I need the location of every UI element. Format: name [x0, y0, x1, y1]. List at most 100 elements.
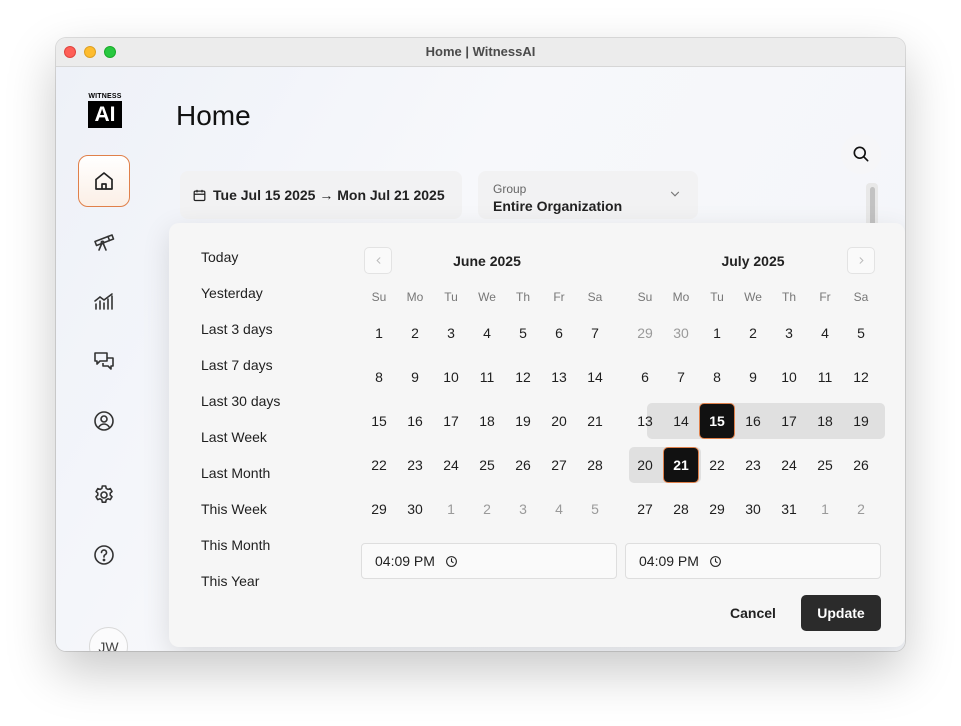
calendar-day[interactable]: 23: [735, 447, 771, 483]
calendar-day[interactable]: 4: [541, 491, 577, 527]
calendar-day-in-range[interactable]: 20: [627, 447, 663, 483]
cancel-button[interactable]: Cancel: [721, 595, 785, 631]
calendar-day[interactable]: 11: [469, 359, 505, 395]
sidebar-item-settings[interactable]: [78, 469, 130, 521]
calendar-day[interactable]: 26: [505, 447, 541, 483]
calendar-day[interactable]: 3: [433, 315, 469, 351]
calendar-day[interactable]: 3: [771, 315, 807, 351]
calendar-day[interactable]: 26: [843, 447, 879, 483]
preset-last-week[interactable]: Last Week: [201, 429, 267, 445]
preset-last-7-days[interactable]: Last 7 days: [201, 357, 273, 373]
calendar-day[interactable]: 5: [843, 315, 879, 351]
calendar-day[interactable]: 23: [397, 447, 433, 483]
preset-today[interactable]: Today: [201, 249, 238, 265]
calendar-day[interactable]: 1: [699, 315, 735, 351]
calendar-day[interactable]: 1: [433, 491, 469, 527]
calendar-day[interactable]: 8: [699, 359, 735, 395]
end-time-input[interactable]: 04:09 PM: [625, 543, 881, 579]
preset-yesterday[interactable]: Yesterday: [201, 285, 263, 301]
calendar-day[interactable]: 25: [469, 447, 505, 483]
calendar-day[interactable]: 14: [663, 403, 699, 439]
calendar-day-in-range[interactable]: 18: [807, 403, 843, 439]
calendar-day-selected[interactable]: 15: [699, 403, 735, 439]
calendar-day[interactable]: 6: [627, 359, 663, 395]
witnessai-logo[interactable]: WITNESS AI: [85, 93, 125, 133]
user-avatar[interactable]: JW: [89, 627, 128, 651]
calendar-day[interactable]: 2: [469, 491, 505, 527]
calendar-day[interactable]: 30: [735, 491, 771, 527]
calendar-day[interactable]: 20: [541, 403, 577, 439]
calendar-day[interactable]: 13: [627, 403, 663, 439]
sidebar-item-analytics[interactable]: [78, 275, 130, 327]
calendar-day[interactable]: 10: [771, 359, 807, 395]
calendar-day[interactable]: 14: [577, 359, 613, 395]
calendar-day[interactable]: 21: [577, 403, 613, 439]
calendar-day[interactable]: 28: [663, 491, 699, 527]
search-button[interactable]: [841, 134, 881, 174]
sidebar-item-conversations[interactable]: [78, 335, 130, 387]
calendar-day[interactable]: 7: [663, 359, 699, 395]
calendar-day[interactable]: 30: [397, 491, 433, 527]
calendar-day[interactable]: 24: [771, 447, 807, 483]
calendar-day[interactable]: 16: [397, 403, 433, 439]
weekday-header: Mo: [672, 290, 690, 304]
group-select[interactable]: Group Entire Organization: [478, 171, 698, 219]
sidebar-item-users[interactable]: [78, 395, 130, 447]
preset-this-year[interactable]: This Year: [201, 573, 259, 589]
update-button[interactable]: Update: [801, 595, 881, 631]
calendar-day[interactable]: 3: [505, 491, 541, 527]
calendar-day[interactable]: 4: [469, 315, 505, 351]
calendar-day[interactable]: 9: [735, 359, 771, 395]
calendar-day[interactable]: 30: [663, 315, 699, 351]
calendar-day[interactable]: 6: [541, 315, 577, 351]
calendar-day[interactable]: 28: [577, 447, 613, 483]
calendar-day[interactable]: 29: [361, 491, 397, 527]
calendar-day[interactable]: 19: [505, 403, 541, 439]
calendar-day[interactable]: 18: [469, 403, 505, 439]
calendar-day[interactable]: 2: [843, 491, 879, 527]
calendar-day[interactable]: 27: [541, 447, 577, 483]
calendar-day[interactable]: 8: [361, 359, 397, 395]
calendar-day-in-range[interactable]: 17: [771, 403, 807, 439]
calendar-day[interactable]: 5: [505, 315, 541, 351]
preset-last-month[interactable]: Last Month: [201, 465, 270, 481]
calendar-day[interactable]: 1: [807, 491, 843, 527]
calendar-day[interactable]: 12: [843, 359, 879, 395]
sidebar-item-discover[interactable]: [78, 215, 130, 267]
calendar-day[interactable]: 15: [361, 403, 397, 439]
calendar-day-selected[interactable]: 21: [663, 447, 699, 483]
preset-last-30-days[interactable]: Last 30 days: [201, 393, 280, 409]
calendar-day[interactable]: 13: [541, 359, 577, 395]
calendar-day[interactable]: 11: [807, 359, 843, 395]
preset-last-3-days[interactable]: Last 3 days: [201, 321, 273, 337]
calendar-day[interactable]: 2: [397, 315, 433, 351]
calendar-day[interactable]: 2: [735, 315, 771, 351]
group-select-value: Entire Organization: [493, 198, 623, 214]
calendar-day[interactable]: 25: [807, 447, 843, 483]
start-time-input[interactable]: 04:09 PM: [361, 543, 617, 579]
calendar-day[interactable]: 10: [433, 359, 469, 395]
calendar-day[interactable]: 1: [361, 315, 397, 351]
calendar-day[interactable]: 31: [771, 491, 807, 527]
calendar-day[interactable]: 4: [807, 315, 843, 351]
date-range-button[interactable]: Tue Jul 15 2025 → Mon Jul 21 2025: [180, 171, 462, 219]
calendar-day[interactable]: 24: [433, 447, 469, 483]
date-range-text: Tue Jul 15 2025 → Mon Jul 21 2025: [213, 187, 445, 203]
calendar-day-in-range[interactable]: 16: [735, 403, 771, 439]
calendar-day[interactable]: 29: [627, 315, 663, 351]
preset-this-week[interactable]: This Week: [201, 501, 267, 517]
preset-this-month[interactable]: This Month: [201, 537, 270, 553]
calendar-day[interactable]: 7: [577, 315, 613, 351]
calendar-day[interactable]: 22: [699, 447, 735, 483]
calendar-day[interactable]: 17: [433, 403, 469, 439]
sidebar-item-home[interactable]: [78, 155, 130, 207]
clock-icon: [710, 555, 721, 567]
calendar-day[interactable]: 27: [627, 491, 663, 527]
calendar-day[interactable]: 5: [577, 491, 613, 527]
calendar-day[interactable]: 9: [397, 359, 433, 395]
calendar-day[interactable]: 29: [699, 491, 735, 527]
sidebar-item-help[interactable]: [78, 529, 130, 581]
calendar-day[interactable]: 22: [361, 447, 397, 483]
calendar-day-in-range[interactable]: 19: [843, 403, 879, 439]
calendar-day[interactable]: 12: [505, 359, 541, 395]
